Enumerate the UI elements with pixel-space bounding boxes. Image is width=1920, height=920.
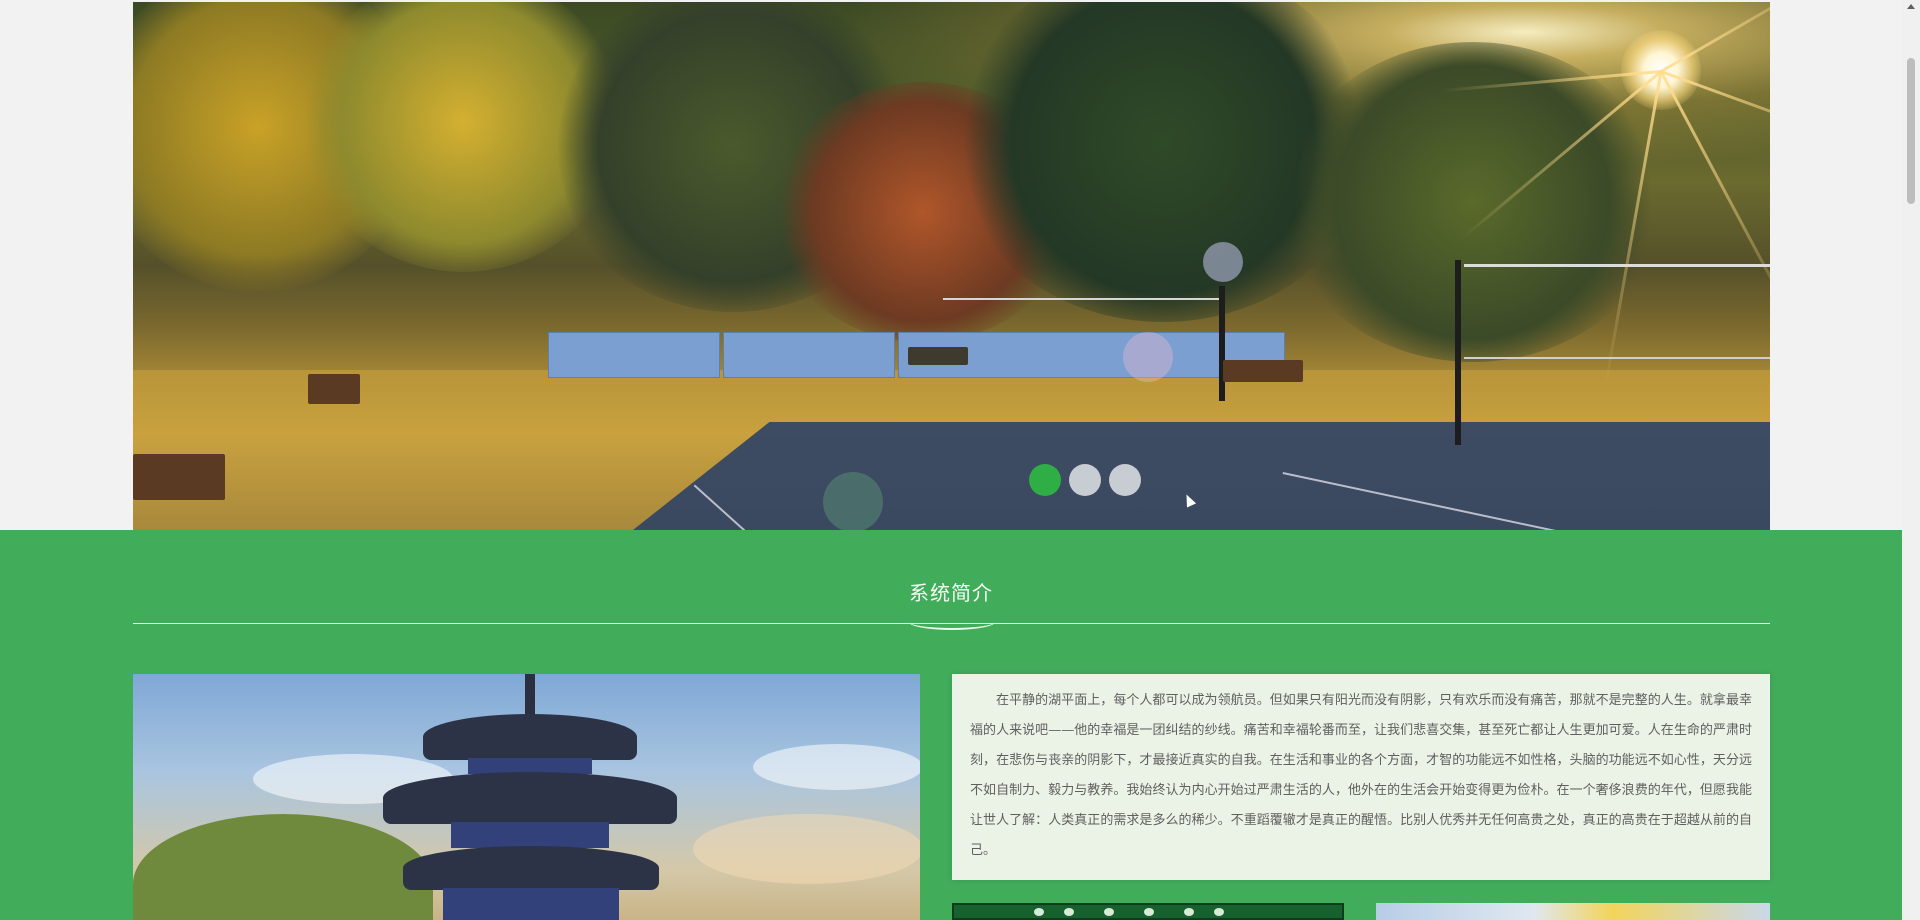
net-post (1219, 286, 1225, 401)
thumbnail-image[interactable] (952, 903, 1344, 920)
carousel-indicator-1[interactable] (1029, 464, 1061, 496)
carousel-indicator-2[interactable] (1069, 464, 1101, 496)
lens-flare (823, 472, 883, 530)
pagoda-tier (443, 888, 619, 920)
intro-text-card: 在平静的湖平面上，每个人都可以成为领航员。但如果只有阳光而没有阴影，只有欢乐而没… (952, 674, 1770, 880)
picnic-table (908, 347, 968, 365)
lens-flare (1203, 242, 1243, 282)
pagoda-tier (451, 822, 609, 848)
lens-flare (1123, 332, 1173, 382)
park-bench (133, 454, 225, 500)
section-title: 系统简介 (909, 581, 993, 605)
cloud (693, 814, 920, 884)
carousel-indicators (1029, 464, 1141, 496)
pagoda-roof (403, 846, 659, 890)
page-scrollbar[interactable] (1902, 0, 1920, 920)
cloud (753, 744, 920, 790)
park-bench (1223, 360, 1303, 382)
scroll-up-arrow-icon[interactable] (1907, 4, 1915, 9)
hero-carousel[interactable] (133, 2, 1770, 530)
pagoda-roof (383, 772, 677, 824)
thumbnail-image[interactable] (1376, 903, 1770, 920)
pagoda-image (133, 674, 920, 920)
intro-paragraph: 在平静的湖平面上，每个人都可以成为领航员。但如果只有阳光而没有阴影，只有欢乐而没… (970, 693, 1752, 858)
court-banner (723, 332, 895, 378)
tennis-court (633, 422, 1770, 530)
net-post (1455, 260, 1461, 445)
scrollbar-thumb[interactable] (1907, 58, 1915, 204)
pagoda-roof (423, 714, 637, 760)
volleyball-net (943, 298, 1223, 300)
section-divider-ornament (909, 614, 995, 630)
park-bench (308, 374, 360, 404)
court-banner (548, 332, 720, 378)
system-intro-section: 系统简介 在平静的湖平面上，每个人都可以成为领航员。但如果只有阳光而没有阴影，只… (0, 530, 1902, 920)
hill (133, 814, 433, 920)
carousel-indicator-3[interactable] (1109, 464, 1141, 496)
